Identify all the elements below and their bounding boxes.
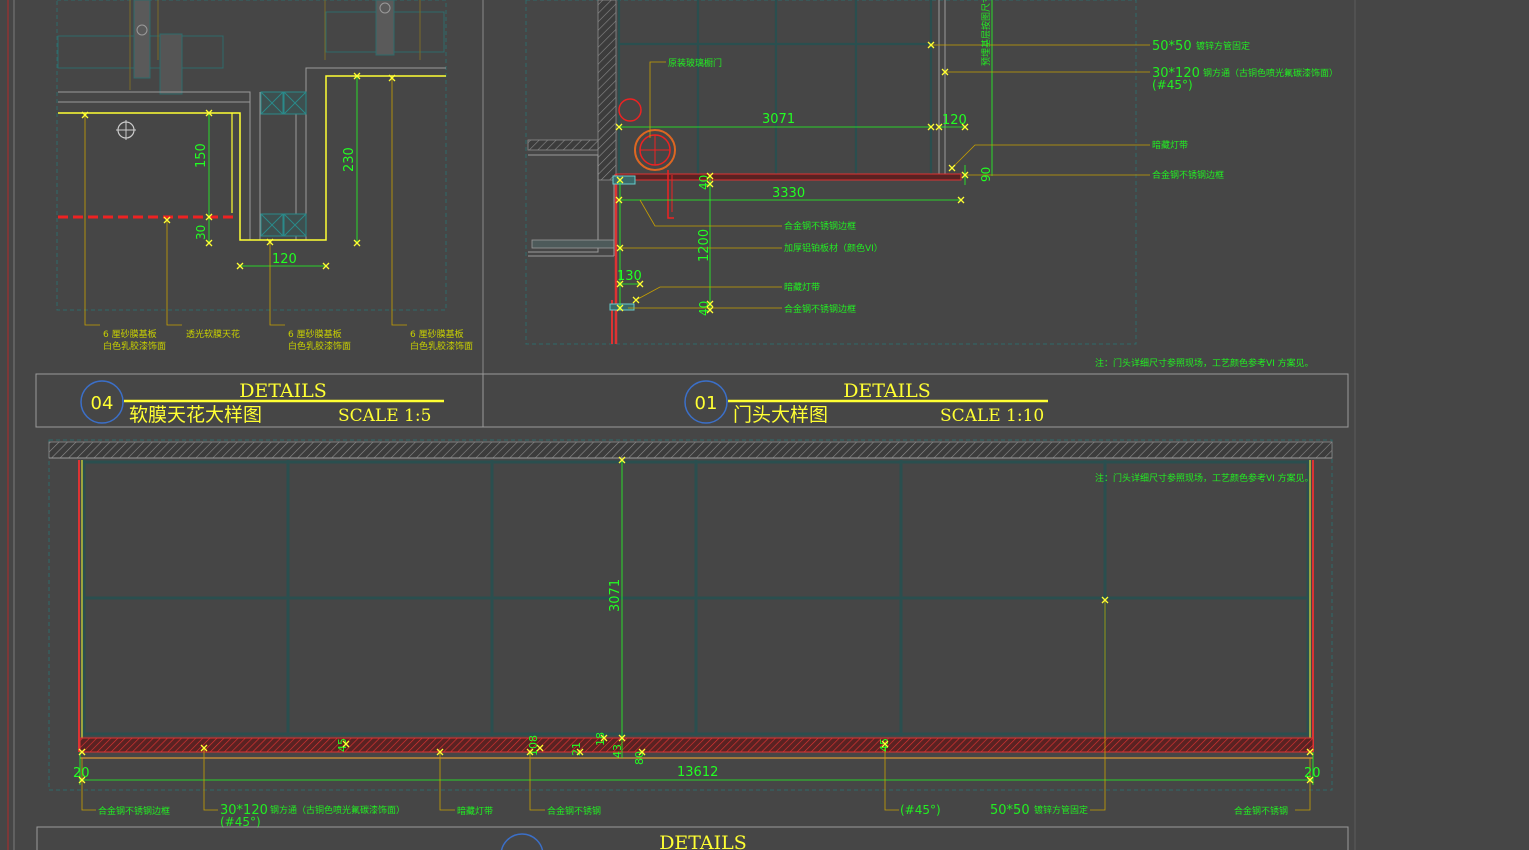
callout-03-b7: 合金钢不锈钢 (1234, 805, 1288, 817)
details-subtitle-01: 门头大样图 (733, 404, 828, 426)
dim-04-30: 30 (194, 225, 208, 240)
callout-04-1b: 白色乳胶漆饰面 (103, 340, 166, 352)
dim-01-3330: 3330 (772, 186, 805, 201)
callout-03-b3: 暗藏灯带 (457, 805, 493, 817)
callout-01-angle: (#45°) (1152, 78, 1193, 92)
callout-01-a2: 加厚铝铂板材（颜色VI） (784, 242, 883, 254)
callout-04-4a: 6 厘砂膜基板 (410, 328, 464, 340)
dim-03-total: 13612 (677, 765, 718, 780)
details-heading-03: DETAILS (659, 832, 747, 850)
dim-04-150: 150 (194, 143, 209, 168)
callout-04-3b: 白色乳胶漆饰面 (288, 340, 351, 352)
callout-01-steel30-text: 钢方通（古铜色喷光氟碳漆饰面） (1203, 67, 1338, 79)
dim-01-1200: 1200 (697, 229, 712, 262)
callout-03-b4: 合金钢不锈钢 (547, 805, 601, 817)
detail-number-01: 01 (695, 393, 718, 414)
callout-01-light: 暗藏灯带 (1152, 139, 1188, 151)
callout-04-4b: 白色乳胶漆饰面 (410, 340, 473, 352)
callout-01-steel50-text: 镀锌方管固定 (1196, 40, 1250, 52)
dim-03-a80: 80 (633, 751, 646, 765)
callout-03-b5: (#45°) (900, 803, 941, 817)
callout-04-3a: 6 厘砂膜基板 (288, 328, 342, 340)
callout-04-1a: 6 厘砂膜基板 (103, 328, 157, 340)
callout-01-vertical-note: 预埋基层按图尺寸 (980, 0, 992, 66)
note-03: 注：门头详细尺寸参照现场，工艺颜色参考VI 方案见。 (1095, 472, 1314, 484)
callout-01-a1: 合金钢不锈钢边框 (784, 220, 856, 232)
callout-01-a3: 暗藏灯带 (784, 281, 820, 293)
details-heading-04: DETAILS (239, 380, 327, 402)
detail-number-04: 04 (91, 393, 114, 414)
dim-04-120: 120 (272, 252, 297, 267)
callout-03-b2-text: 钢方通（古铜色喷光氟碳漆饰面） (270, 804, 405, 816)
cad-drawing-canvas[interactable]: 150 230 30 120 6 厘砂膜基板 白色乳胶漆饰面 透光软膜天花 6 … (0, 0, 1529, 850)
callout-03-b6: 50*50 (990, 803, 1030, 818)
dim-01-90: 90 (979, 167, 993, 182)
dim-04-230: 230 (342, 147, 357, 172)
details-scale-04: SCALE 1:5 (338, 406, 431, 426)
callout-01-door: 原装玻璃橱门 (668, 57, 722, 69)
callout-04-2: 透光软膜天花 (186, 328, 240, 340)
callout-03-b6-text: 镀锌方管固定 (1034, 804, 1088, 816)
details-scale-01: SCALE 1:10 (940, 406, 1044, 426)
callout-01-trim: 合金钢不锈钢边框 (1152, 169, 1224, 181)
details-subtitle-04: 软膜天花大样图 (129, 404, 262, 426)
callout-01-steel50: 50*50 (1152, 39, 1192, 54)
dim-01-3071: 3071 (762, 112, 795, 127)
dim-03-a43: 43 (611, 744, 624, 758)
dim-03-right: 20 (1304, 766, 1321, 781)
details-heading-01: DETAILS (843, 380, 931, 402)
note-01: 注：门头详细尺寸参照现场，工艺颜色参考VI 方案见。 (1095, 357, 1314, 369)
callout-03-b1: 合金钢不锈钢边框 (98, 805, 170, 817)
dim-03-height: 3071 (608, 579, 623, 612)
callout-01-a4: 合金钢不锈钢边框 (784, 303, 856, 315)
